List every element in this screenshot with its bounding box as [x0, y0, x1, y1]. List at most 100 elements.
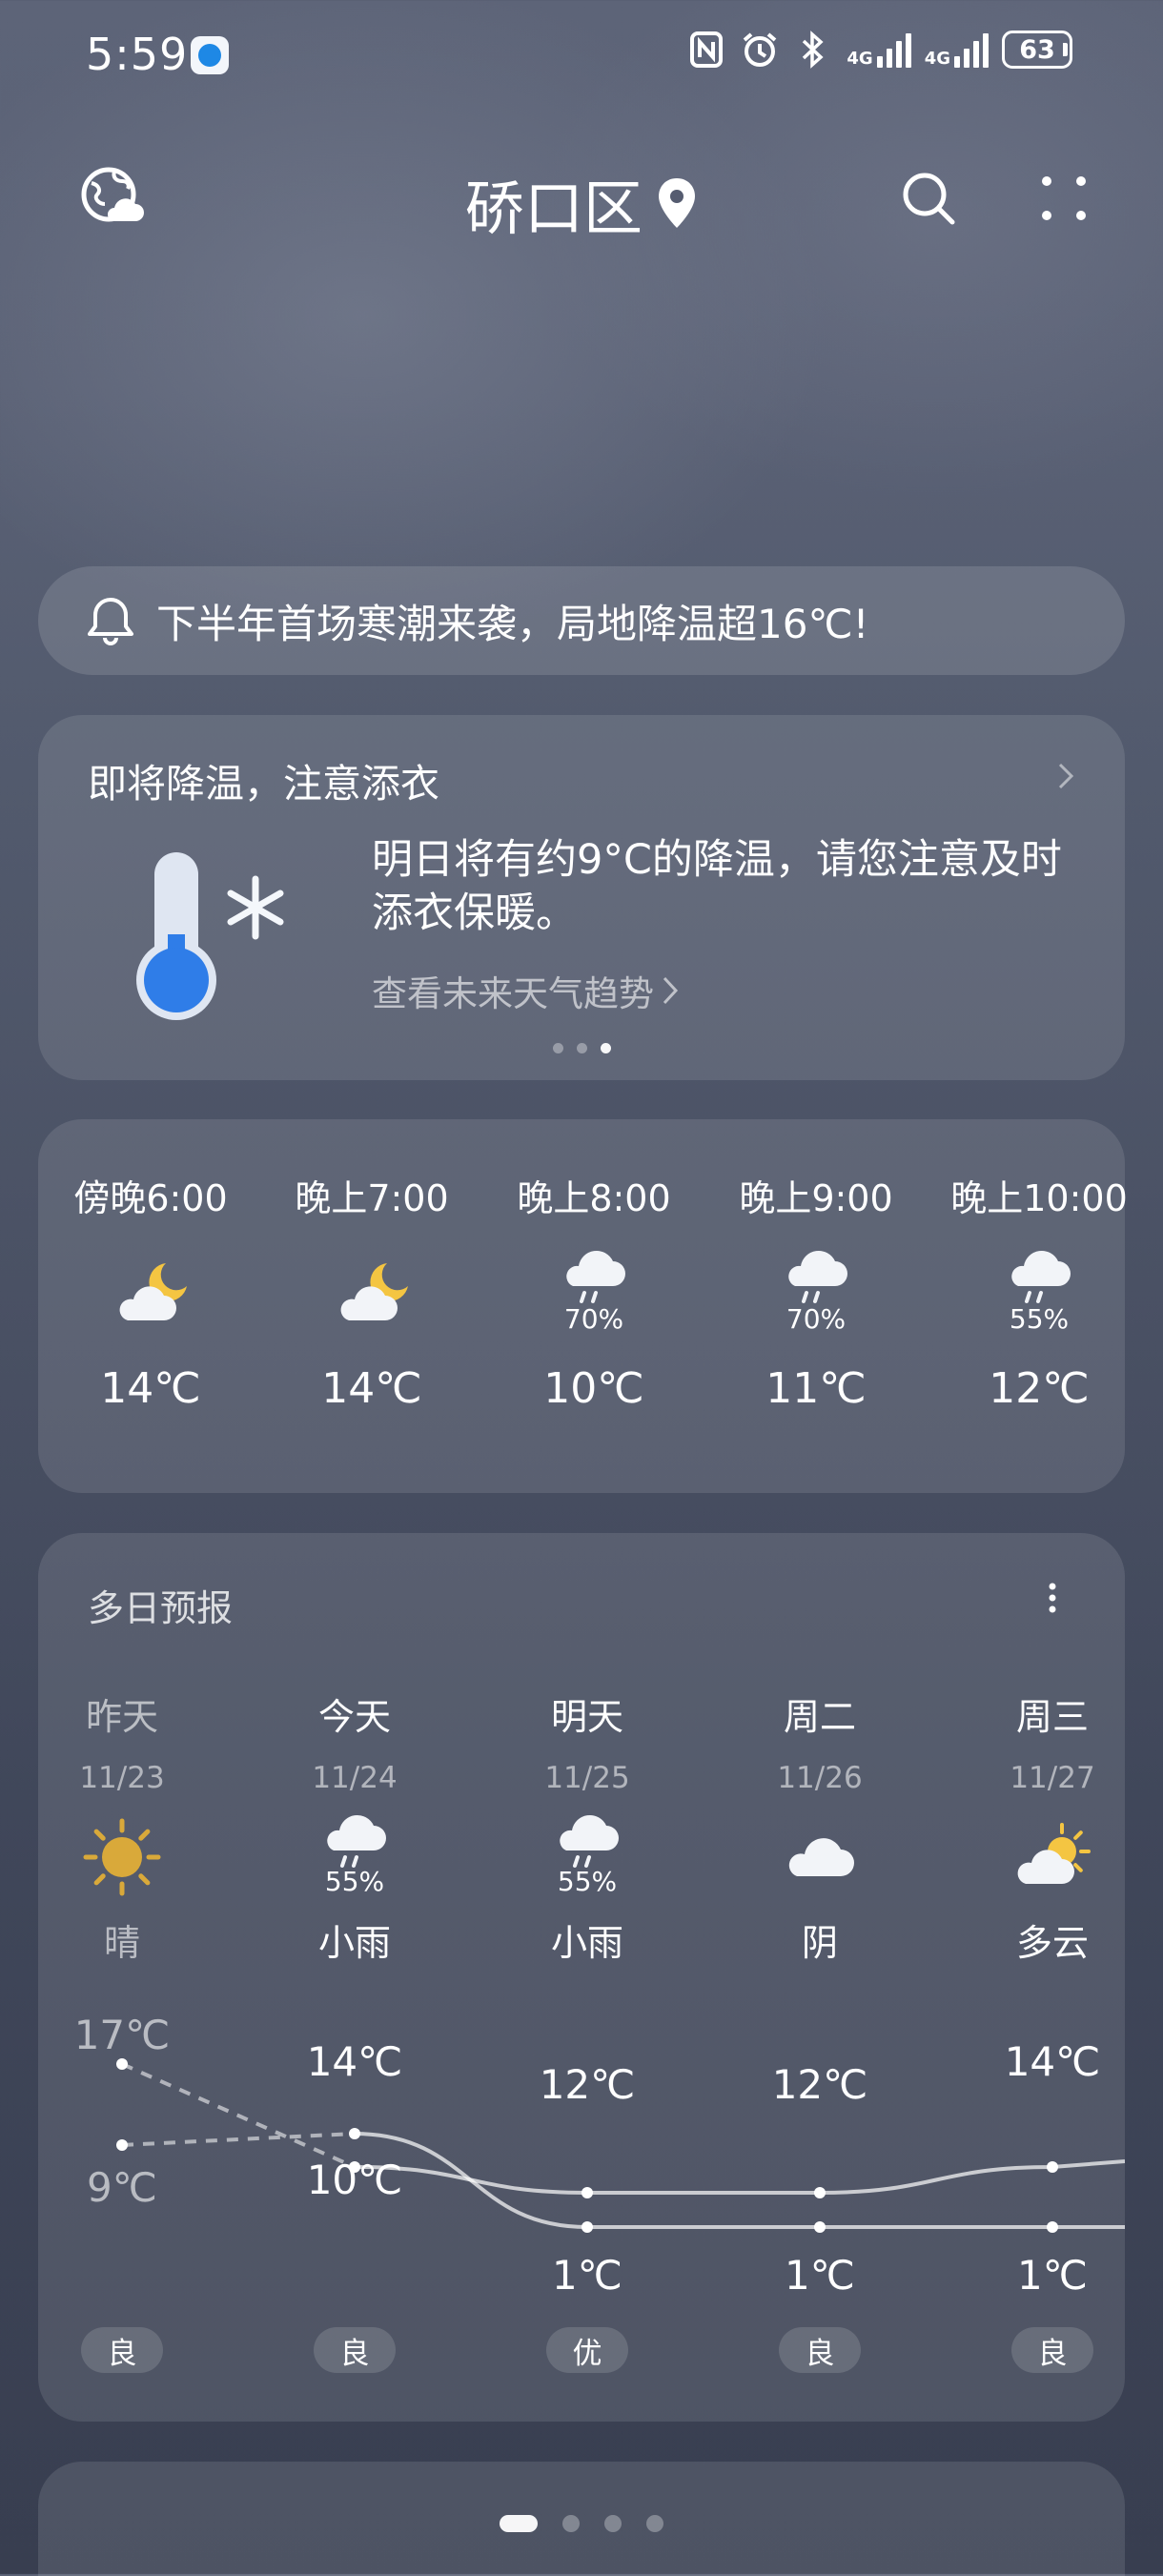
bluetooth-icon [793, 29, 833, 71]
high-point [116, 2058, 128, 2070]
location-pin-icon [659, 178, 695, 228]
precip-probability: 55% [324, 1865, 385, 1897]
more-dots-icon [1042, 176, 1086, 220]
tip-title: 即将降温，注意添衣 [88, 761, 439, 807]
daily-item[interactable]: 昨天 11/23 晴 [27, 1687, 217, 1966]
thermometer-snow-icon [136, 852, 284, 1020]
hour-time: 晚上9:00 [739, 1177, 893, 1219]
future-trend-link-label: 查看未来天气趋势 [372, 973, 654, 1014]
hour-temperature: 14℃ [321, 1364, 422, 1413]
aqi-badge: 良 [1011, 2327, 1093, 2373]
battery-level: 63 [1002, 31, 1072, 69]
precip-probability: 55% [557, 1865, 618, 1897]
cloud-icon [724, 1809, 915, 1900]
moon-cloud-icon [39, 1238, 262, 1343]
hour-temperature: 12℃ [989, 1364, 1090, 1413]
day-condition: 阴 [801, 1922, 838, 1964]
day-date: 11/23 [79, 1761, 165, 1795]
daily-forecast-title: 多日预报 [88, 1587, 234, 1629]
high-point [814, 2187, 826, 2198]
nfc-icon [686, 29, 726, 71]
low-trend-line [354, 2132, 1125, 2229]
aqi-badge: 良 [779, 2327, 861, 2373]
alert-bell-icon [88, 598, 133, 645]
day-name: 周二 [783, 1696, 856, 1738]
low-trend-dashed [121, 2132, 356, 2147]
day-condition: 多云 [1015, 1922, 1089, 1964]
day-condition: 小雨 [550, 1922, 623, 1964]
precip-probability: 70% [563, 1302, 624, 1335]
rain-cloud-icon: 70% [704, 1238, 928, 1343]
chevron-right-icon [1058, 763, 1074, 789]
hour-time: 晚上7:00 [295, 1177, 449, 1219]
city-name: 硚口区 [464, 174, 643, 243]
day-name: 昨天 [85, 1696, 158, 1738]
day-name: 今天 [317, 1696, 391, 1738]
rain-cloud-icon: 55% [928, 1238, 1151, 1343]
city-title[interactable]: 硚口区 [0, 160, 1163, 246]
day-name: 周三 [1015, 1696, 1089, 1738]
day-name: 明天 [550, 1696, 623, 1738]
hourly-item: 晚上10:00 55% 12℃ [928, 1169, 1151, 1413]
aqi-badge: 优 [546, 2327, 628, 2373]
low-point [582, 2221, 593, 2233]
city-page-indicator [0, 2515, 1163, 2532]
rain-cloud-icon: 55% [259, 1809, 450, 1900]
low-point [116, 2139, 128, 2151]
status-time: 5:59 [86, 29, 189, 80]
daily-item[interactable]: 周二 11/26 阴 [724, 1687, 915, 1966]
status-icons: 4G 4G 63 [686, 29, 1072, 71]
hour-temperature: 14℃ [100, 1364, 201, 1413]
alert-text: 下半年首场寒潮来袭，局地降温超16℃! [156, 600, 869, 647]
high-point [349, 2161, 360, 2173]
aqi-badge: 良 [81, 2327, 163, 2373]
hourly-item: 傍晚6:00 14℃ [39, 1169, 262, 1413]
daily-item[interactable]: 周三 11/27 多云 [957, 1687, 1148, 1966]
chevron-right-icon [663, 976, 679, 1005]
temperature-trend-chart [116, 2058, 1125, 2233]
hour-time: 晚上8:00 [517, 1177, 671, 1219]
rain-cloud-icon: 55% [492, 1809, 683, 1900]
high-trend-line [354, 2159, 1125, 2195]
moon-cloud-icon [260, 1238, 483, 1343]
hourly-item: 晚上9:00 70% 11℃ [704, 1169, 928, 1413]
high-trend-dashed [121, 2062, 356, 2169]
day-date: 11/26 [777, 1761, 863, 1795]
search-button[interactable] [898, 168, 959, 229]
low-point [349, 2128, 360, 2139]
alarm-icon [740, 29, 780, 71]
card-pager-dots [0, 1043, 1163, 1053]
day-condition: 晴 [103, 1922, 140, 1964]
daily-item[interactable]: 明天 11/25 55% 小雨 [492, 1687, 683, 1966]
future-trend-link[interactable]: 查看未来天气趋势 [372, 965, 681, 1016]
hour-time: 傍晚6:00 [73, 1177, 228, 1219]
vertical-dots-icon[interactable] [1043, 1579, 1062, 1617]
hourly-item: 晚上7:00 14℃ [260, 1169, 483, 1413]
daily-item[interactable]: 今天 11/24 55% 小雨 [259, 1687, 450, 1966]
day-condition: 小雨 [317, 1922, 391, 1964]
high-point [582, 2187, 593, 2198]
tip-body: 明日将有约9°C的降温，请您注意及时添衣保暖。 [372, 836, 1062, 937]
day-date: 11/25 [544, 1761, 630, 1795]
precip-probability: 55% [1009, 1302, 1070, 1335]
cold-wave-alert-banner[interactable]: 下半年首场寒潮来袭，局地降温超16℃! [38, 566, 1125, 675]
hour-time: 晚上10:00 [950, 1177, 1128, 1219]
sun-icon [27, 1809, 217, 1900]
search-icon [903, 173, 955, 225]
high-point [1047, 2161, 1058, 2173]
day-date: 11/24 [312, 1761, 398, 1795]
sun-cloud-icon [957, 1809, 1148, 1900]
precip-probability: 70% [786, 1302, 847, 1335]
hour-temperature: 11℃ [765, 1364, 867, 1413]
aqi-badge: 良 [314, 2327, 396, 2373]
low-point [814, 2221, 826, 2233]
day-date: 11/27 [1010, 1761, 1095, 1795]
hour-temperature: 10℃ [543, 1364, 644, 1413]
signal-1-icon: 4G [847, 31, 911, 68]
battery-indicator: 63 [1002, 31, 1072, 69]
rain-cloud-icon: 70% [482, 1238, 705, 1343]
low-point [1047, 2221, 1058, 2233]
signal-2-icon: 4G [925, 31, 989, 68]
hourly-item: 晚上8:00 70% 10℃ [482, 1169, 705, 1413]
more-menu-button[interactable] [1037, 168, 1091, 229]
